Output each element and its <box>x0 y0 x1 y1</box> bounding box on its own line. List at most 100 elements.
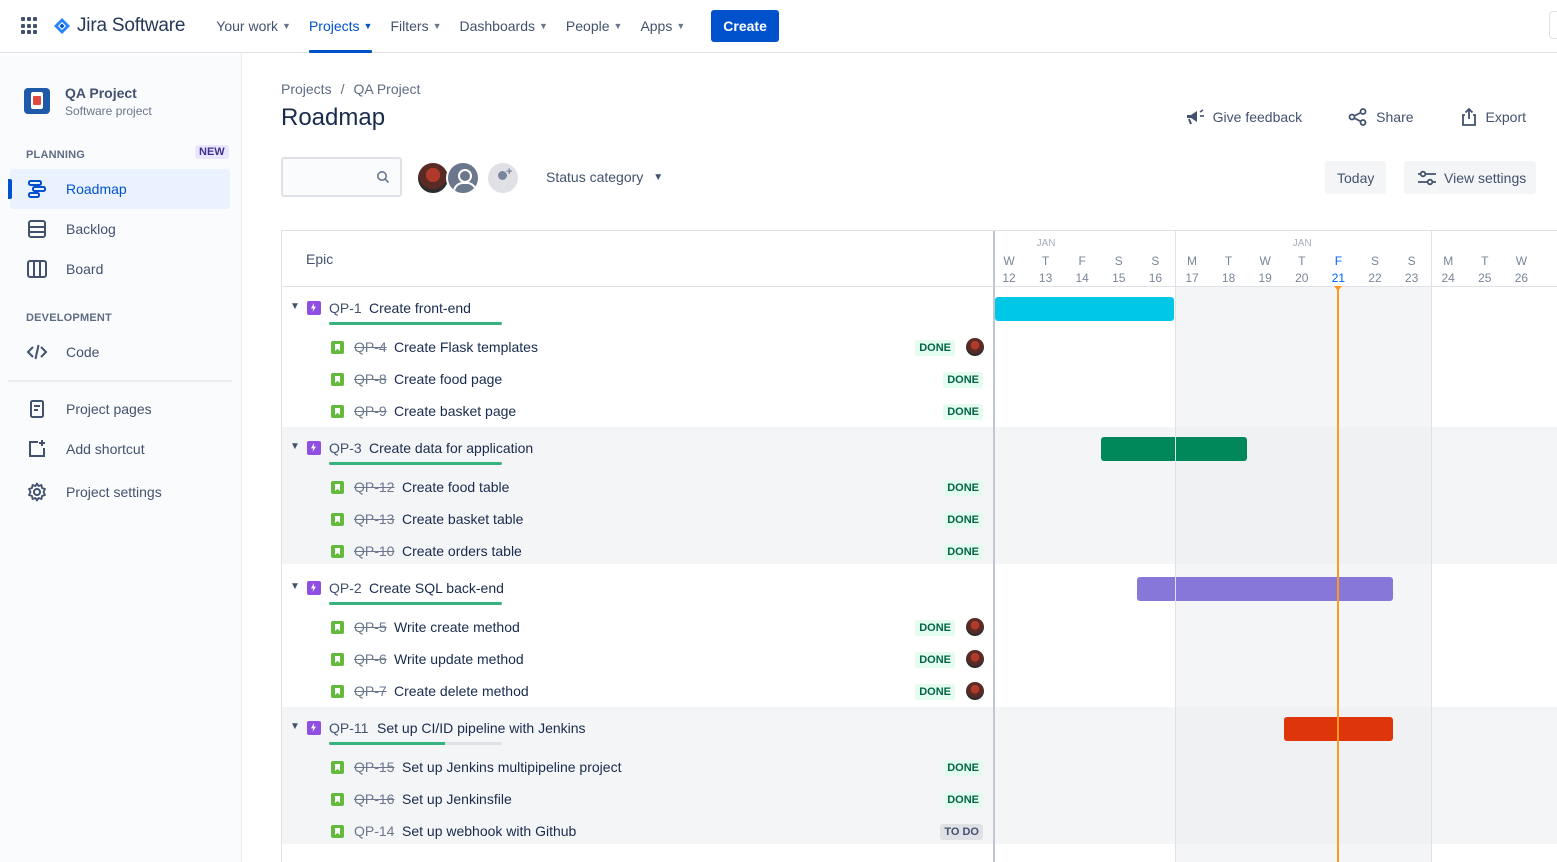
issue-row[interactable]: QP-6 Write update method DONE <box>282 643 993 675</box>
chevron-down-icon[interactable]: ▼ <box>290 581 300 592</box>
status-lozenge[interactable]: DONE <box>915 684 955 700</box>
issue-row[interactable]: QP-12 Create food table DONE <box>282 471 993 503</box>
chevron-down-icon[interactable]: ▼ <box>290 301 300 312</box>
assignee-avatar[interactable] <box>966 682 984 700</box>
status-lozenge[interactable]: DONE <box>943 792 983 808</box>
epic-timeline-bar[interactable] <box>1100 437 1247 461</box>
assignee-avatar[interactable] <box>966 338 984 356</box>
issue-title[interactable]: Set up Jenkinsfile <box>402 791 512 807</box>
epic-key[interactable]: QP-1 <box>329 300 362 316</box>
epic-title[interactable]: Create front-end <box>369 300 471 316</box>
unassigned-avatar[interactable] <box>446 161 480 195</box>
nav-filters[interactable]: Filters ▼ <box>381 0 450 53</box>
export-button[interactable]: Export <box>1460 105 1526 129</box>
status-lozenge[interactable]: DONE <box>943 512 983 528</box>
status-lozenge[interactable]: DONE <box>915 340 955 356</box>
issue-key[interactable]: QP-12 <box>354 479 394 495</box>
issue-row[interactable]: QP-5 Write create method DONE <box>282 611 993 643</box>
status-lozenge[interactable]: DONE <box>915 652 955 668</box>
add-people-icon[interactable] <box>486 161 520 195</box>
issue-title[interactable]: Create delete method <box>394 683 529 699</box>
epic-key[interactable]: QP-3 <box>329 440 362 456</box>
issue-title[interactable]: Create basket page <box>394 403 516 419</box>
nav-people[interactable]: People ▼ <box>557 0 632 53</box>
today-button[interactable]: Today <box>1325 161 1387 194</box>
give-feedback-button[interactable]: Give feedback <box>1185 105 1302 129</box>
nav-projects[interactable]: Projects ▼ <box>300 0 382 53</box>
epic-title[interactable]: Create SQL back-end <box>369 580 504 596</box>
create-button[interactable]: Create <box>711 10 779 42</box>
sidebar-item-roadmap[interactable]: Roadmap <box>8 169 230 209</box>
share-button[interactable]: Share <box>1348 105 1414 129</box>
sidebar-item-backlog[interactable]: Backlog <box>10 209 230 249</box>
breadcrumb-projects[interactable]: Projects <box>281 81 332 97</box>
status-lozenge[interactable]: DONE <box>943 760 983 776</box>
issue-key[interactable]: QP-4 <box>354 339 387 355</box>
chevron-down-icon[interactable]: ▼ <box>290 721 300 732</box>
sidebar-item-project-pages[interactable]: Project pages <box>10 389 230 429</box>
issue-key[interactable]: QP-5 <box>354 619 387 635</box>
assignee-avatar[interactable] <box>966 618 984 636</box>
app-switcher-icon[interactable] <box>21 17 39 35</box>
nav-your-work[interactable]: Your work ▼ <box>207 0 300 53</box>
issue-title[interactable]: Create orders table <box>402 543 522 559</box>
sidebar-item-label: Code <box>66 344 100 360</box>
epic-row[interactable]: ▼ QP-1 Create front-end <box>282 287 993 331</box>
status-lozenge[interactable]: DONE <box>943 480 983 496</box>
issue-key[interactable]: QP-16 <box>354 791 394 807</box>
issue-row[interactable]: QP-8 Create food page DONE <box>282 363 993 395</box>
status-lozenge[interactable]: DONE <box>943 372 983 388</box>
issue-row[interactable]: QP-10 Create orders table DONE <box>282 535 993 567</box>
issue-key[interactable]: QP-7 <box>354 683 387 699</box>
issue-key[interactable]: QP-10 <box>354 543 394 559</box>
issue-row[interactable]: QP-16 Set up Jenkinsfile DONE <box>282 783 993 815</box>
issue-key[interactable]: QP-9 <box>354 403 387 419</box>
nav-apps[interactable]: Apps ▼ <box>631 0 694 53</box>
epic-key[interactable]: QP-11 <box>329 720 368 736</box>
epic-row[interactable]: ▼ QP-2 Create SQL back-end <box>282 567 993 611</box>
issue-row[interactable]: QP-4 Create Flask templates DONE <box>282 331 993 363</box>
status-category-dropdown[interactable]: Status category ▼ <box>546 169 663 185</box>
chevron-down-icon[interactable]: ▼ <box>290 441 300 452</box>
issue-title[interactable]: Write create method <box>394 619 520 635</box>
issue-key[interactable]: QP-15 <box>354 759 394 775</box>
status-lozenge[interactable]: DONE <box>943 404 983 420</box>
issue-row[interactable]: QP-13 Create basket table DONE <box>282 503 993 535</box>
status-lozenge[interactable]: DONE <box>915 620 955 636</box>
issue-title[interactable]: Write update method <box>394 651 524 667</box>
jira-logo[interactable]: Jira Software <box>53 15 185 37</box>
issue-title[interactable]: Set up Jenkins multipipeline project <box>402 759 621 775</box>
sidebar-item-board[interactable]: Board <box>10 249 230 289</box>
view-settings-button[interactable]: View settings <box>1404 161 1537 194</box>
status-lozenge[interactable]: TO DO <box>940 824 983 840</box>
search-box-edge[interactable] <box>1549 11 1557 39</box>
epic-title[interactable]: Create data for application <box>369 440 533 456</box>
issue-title[interactable]: Create food page <box>394 371 502 387</box>
user-avatar[interactable] <box>416 161 450 195</box>
issue-row[interactable]: QP-14 Set up webhook with Github TO DO <box>282 815 993 847</box>
day-date: 13 <box>1038 271 1053 285</box>
issue-key[interactable]: QP-13 <box>354 511 394 527</box>
epic-key[interactable]: QP-2 <box>329 580 362 596</box>
issue-key[interactable]: QP-8 <box>354 371 387 387</box>
sidebar-item-code[interactable]: Code <box>10 332 230 372</box>
issue-title[interactable]: Create food table <box>402 479 509 495</box>
issue-key[interactable]: QP-14 <box>354 823 394 839</box>
assignee-avatar[interactable] <box>966 650 984 668</box>
sidebar-item-project-settings[interactable]: Project settings <box>10 472 230 512</box>
project-header[interactable]: QA Project Software project <box>0 54 241 134</box>
issue-title[interactable]: Create basket table <box>402 511 523 527</box>
issue-row[interactable]: QP-9 Create basket page DONE <box>282 395 993 427</box>
issue-key[interactable]: QP-6 <box>354 651 387 667</box>
status-lozenge[interactable]: DONE <box>943 544 983 560</box>
epic-timeline-bar[interactable] <box>995 297 1174 321</box>
breadcrumb-project[interactable]: QA Project <box>353 81 420 97</box>
roadmap-search-input[interactable] <box>281 157 402 197</box>
issue-title[interactable]: Set up webhook with Github <box>402 823 576 839</box>
issue-title[interactable]: Create Flask templates <box>394 339 538 355</box>
issue-row[interactable]: QP-7 Create delete method DONE <box>282 675 993 707</box>
nav-dashboards[interactable]: Dashboards ▼ <box>451 0 557 53</box>
epic-title[interactable]: Set up CI/ID pipeline with Jenkins <box>377 720 586 736</box>
sidebar-item-add-shortcut[interactable]: Add shortcut <box>10 429 230 469</box>
issue-row[interactable]: QP-15 Set up Jenkins multipipeline projec… <box>282 751 993 783</box>
